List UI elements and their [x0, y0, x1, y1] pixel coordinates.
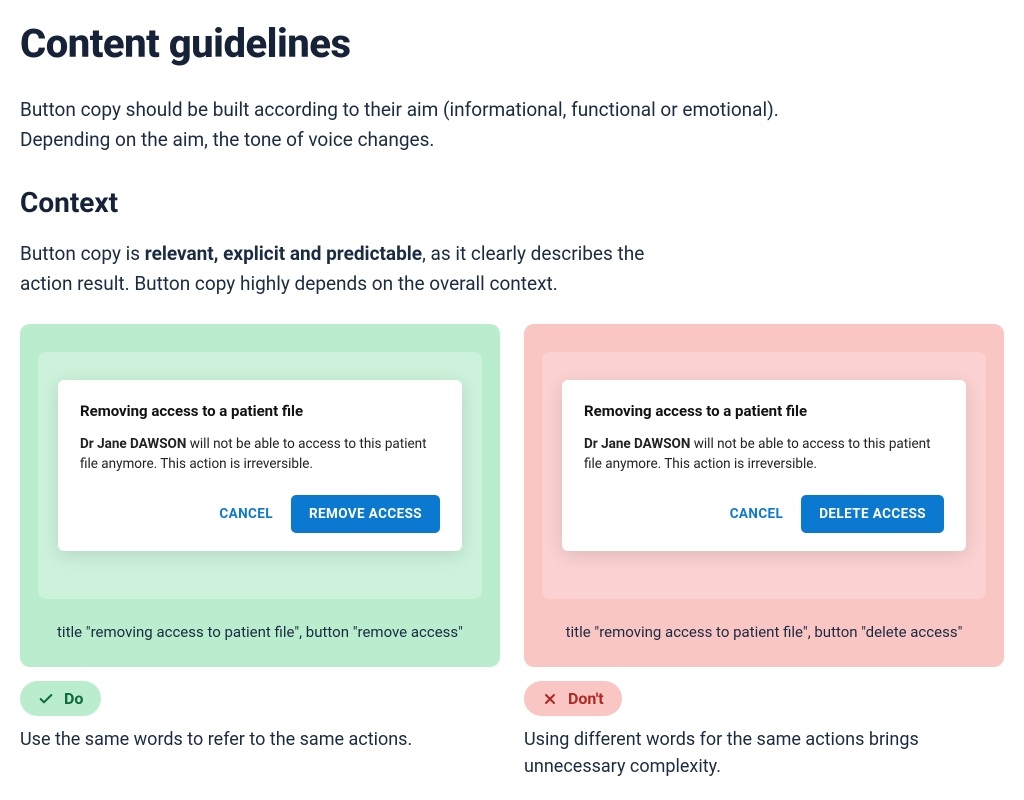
do-guidance: Use the same words to refer to the same …	[20, 726, 500, 753]
do-inner-frame: Removing access to a patient file Dr Jan…	[38, 352, 482, 600]
check-icon	[38, 691, 54, 707]
do-badge: Do	[20, 681, 101, 716]
context-paragraph: Button copy is relevant, explicit and pr…	[20, 239, 700, 300]
page-title: Content guidelines	[20, 20, 1004, 67]
dont-badge: Don't	[524, 681, 622, 716]
examples-row: Removing access to a patient file Dr Jan…	[20, 324, 1004, 781]
dont-badge-label: Don't	[568, 689, 604, 708]
dialog-body: Dr Jane DAWSON will not be able to acces…	[80, 434, 440, 476]
dialog-actions: CANCEL REMOVE ACCESS	[80, 495, 440, 533]
do-dialog: Removing access to a patient file Dr Jan…	[58, 380, 462, 552]
dont-example-box: Removing access to a patient file Dr Jan…	[524, 324, 1004, 668]
delete-access-button[interactable]: DELETE ACCESS	[801, 495, 944, 533]
context-pre: Button copy is	[20, 242, 145, 265]
cancel-button[interactable]: CANCEL	[730, 506, 784, 522]
dialog-body-bold: Dr Jane DAWSON	[584, 436, 690, 452]
dont-dialog: Removing access to a patient file Dr Jan…	[562, 380, 966, 552]
dont-example: Removing access to a patient file Dr Jan…	[524, 324, 1004, 781]
dialog-title: Removing access to a patient file	[80, 402, 440, 420]
intro-paragraph: Button copy should be built according to…	[20, 95, 780, 156]
dialog-body: Dr Jane DAWSON will not be able to acces…	[584, 434, 944, 476]
dialog-title: Removing access to a patient file	[584, 402, 944, 420]
dialog-body-bold: Dr Jane DAWSON	[80, 436, 186, 452]
dont-inner-frame: Removing access to a patient file Dr Jan…	[542, 352, 986, 600]
do-caption: title "removing access to patient file",…	[38, 617, 482, 647]
do-example: Removing access to a patient file Dr Jan…	[20, 324, 500, 781]
do-example-box: Removing access to a patient file Dr Jan…	[20, 324, 500, 668]
cancel-button[interactable]: CANCEL	[219, 506, 273, 522]
dont-guidance: Using different words for the same actio…	[524, 726, 1004, 780]
dialog-actions: CANCEL DELETE ACCESS	[584, 495, 944, 533]
dont-caption: title "removing access to patient file",…	[542, 617, 986, 647]
context-bold: relevant, explicit and predictable	[145, 242, 422, 265]
remove-access-button[interactable]: REMOVE ACCESS	[291, 495, 440, 533]
close-icon	[542, 691, 558, 707]
do-badge-label: Do	[64, 689, 83, 708]
context-heading: Context	[20, 186, 1004, 219]
